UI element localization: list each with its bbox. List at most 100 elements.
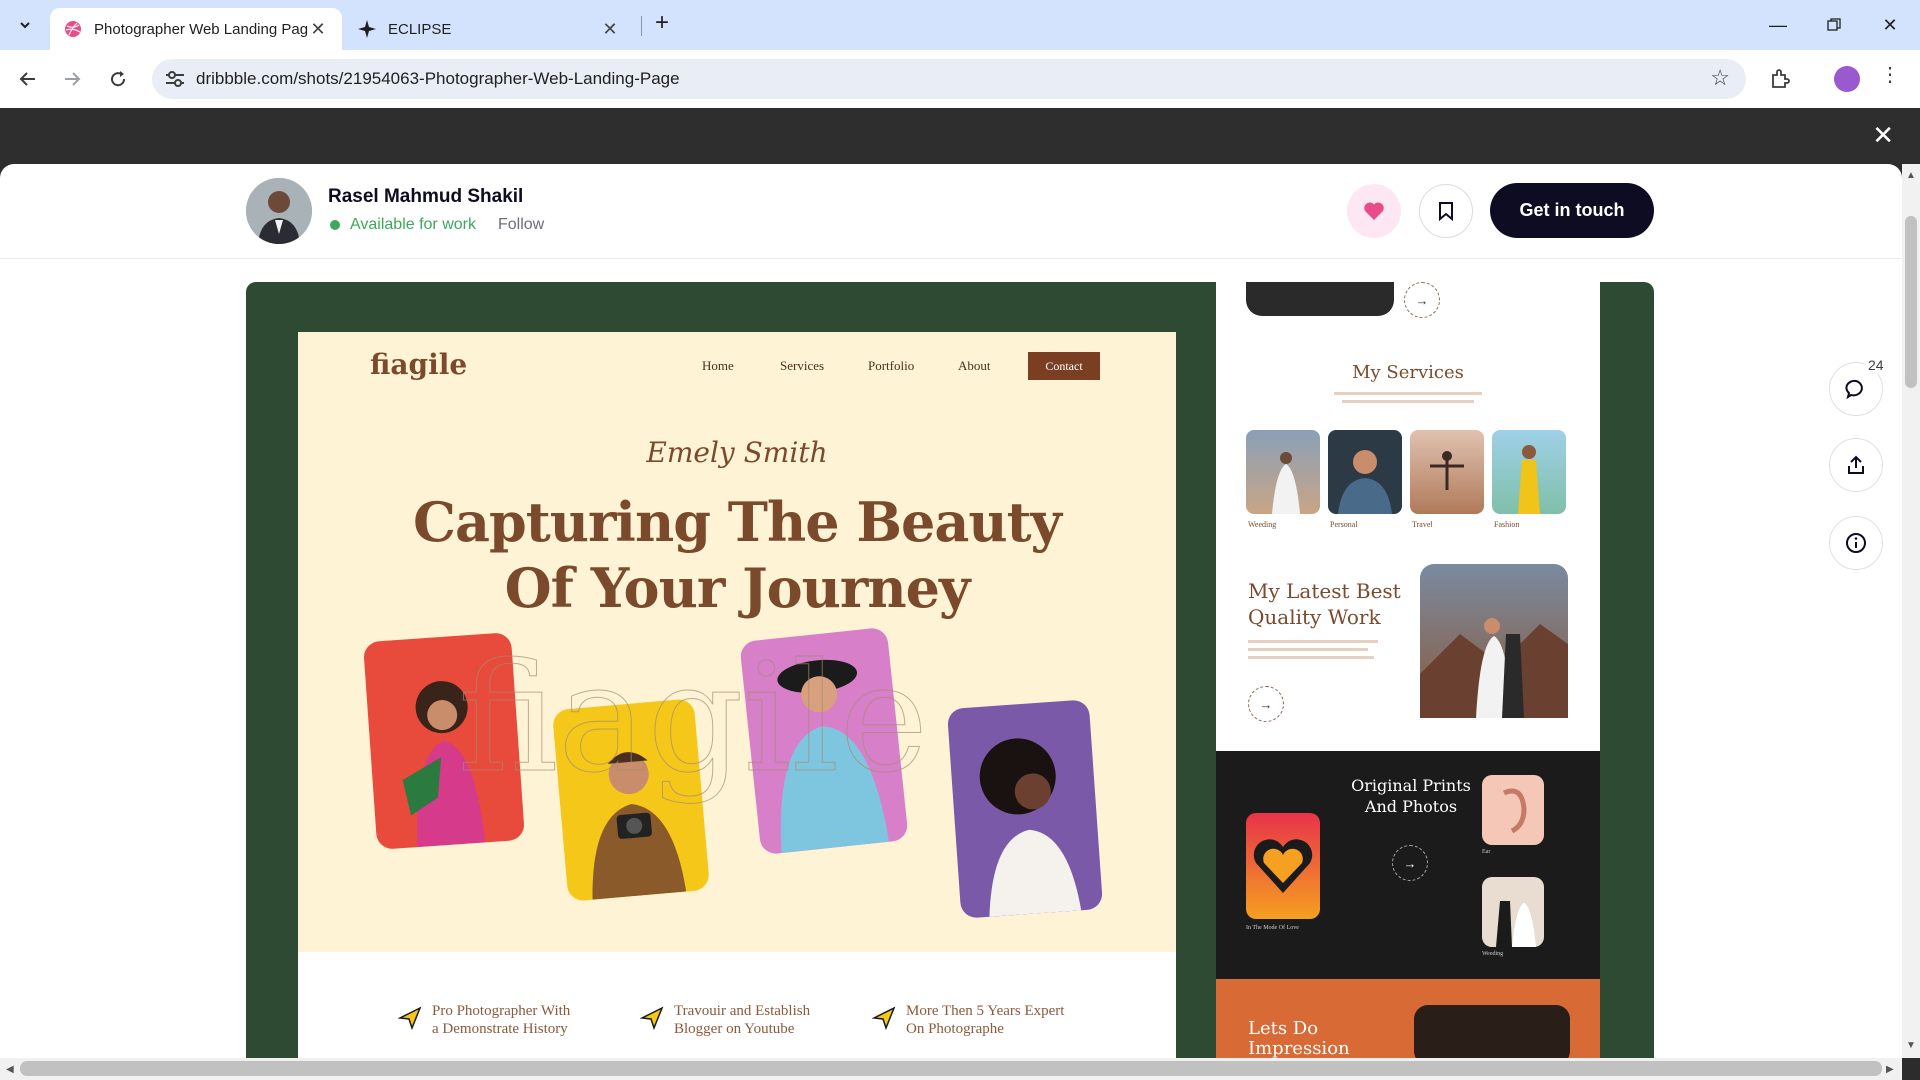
shot-header: Rasel Mahmud Shakil Available for work F… <box>0 164 1902 259</box>
scroll-left-arrow-icon[interactable]: ◀ <box>6 1064 14 1075</box>
tab-title: Photographer Web Landing Pag <box>94 20 308 38</box>
paper-plane-icon <box>398 1006 422 1030</box>
prints-section: Original Prints And Photos → In The Mode… <box>1216 751 1600 979</box>
scroll-right-arrow-icon[interactable]: ▶ <box>1886 1064 1894 1075</box>
impression-line: Impression <box>1248 1038 1350 1059</box>
feature-item: Travouir and Establish Blogger on Youtube <box>640 1002 810 1038</box>
scroll-up-arrow-icon[interactable]: ▲ <box>1906 170 1916 181</box>
tab-search-button[interactable] <box>8 9 42 41</box>
like-button[interactable] <box>1347 184 1401 238</box>
paper-plane-icon <box>640 1006 664 1030</box>
arrow-circle-icon: → <box>1392 845 1428 881</box>
window-close-icon[interactable]: ✕ <box>1862 0 1918 50</box>
restore-icon[interactable] <box>1806 0 1862 50</box>
vertical-scroll-thumb[interactable] <box>1905 216 1917 388</box>
reload-icon[interactable] <box>102 63 134 95</box>
print-photo-wedding <box>1482 877 1544 947</box>
author-avatar[interactable] <box>246 178 312 244</box>
latest-work-title: My Latest Best Quality Work <box>1248 578 1401 630</box>
share-icon <box>1848 455 1864 474</box>
mockup-headline-2: Of Your Journey <box>504 556 971 620</box>
prints-title: Original Prints And Photos <box>1346 775 1476 817</box>
url-text: dribbble.com/shots/21954063-Photographer… <box>196 69 680 88</box>
new-tab-button[interactable]: + <box>648 10 676 38</box>
browser-menu-icon[interactable]: ⋮ <box>1880 62 1900 87</box>
latest-subtext <box>1248 656 1374 659</box>
horizontal-scroll-thumb[interactable] <box>20 1061 1882 1076</box>
back-icon[interactable] <box>12 63 44 95</box>
mockup-script-name: Emely Smith <box>646 436 828 469</box>
tab-divider <box>641 16 642 36</box>
extensions-icon[interactable] <box>1764 63 1796 95</box>
arrow-circle-icon: → <box>1248 686 1284 722</box>
shot-modal: Rasel Mahmud Shakil Available for work F… <box>0 164 1902 1058</box>
model-photo-purple <box>946 699 1104 919</box>
print-caption: In The Mode Of Love <box>1246 925 1299 931</box>
get-in-touch-button[interactable]: Get in touch <box>1490 183 1654 238</box>
tab-strip: Photographer Web Landing Pag ✕ ECLIPSE ✕… <box>0 0 1920 50</box>
feature-line: Travouir and Establish <box>674 1003 811 1019</box>
services-subtext <box>1342 400 1474 403</box>
chevron-down-icon <box>20 22 30 29</box>
print-caption: Weeding <box>1482 951 1504 957</box>
mockup-nav-portfolio: Portfolio <box>868 358 915 373</box>
paper-plane-icon <box>872 1006 896 1030</box>
close-modal-icon[interactable]: ✕ <box>1872 122 1894 148</box>
mockup-logo: fiagile <box>370 348 468 381</box>
service-photo-weeding <box>1246 430 1320 514</box>
status-dot <box>330 220 340 230</box>
availability-label: Available for work <box>350 216 476 233</box>
feature-line: a Demonstrate History <box>432 1021 568 1037</box>
print-photo-ear <box>1482 775 1544 845</box>
service-photo-travel <box>1410 430 1484 514</box>
bookmark-icon <box>1439 202 1453 221</box>
service-photo-fashion <box>1492 430 1566 514</box>
scroll-down-arrow-icon[interactable]: ▼ <box>1906 1040 1916 1051</box>
tab-eclipse[interactable]: ECLIPSE ✕ <box>344 8 634 50</box>
save-button[interactable] <box>1419 184 1473 238</box>
mockup-nav-home: Home <box>702 358 734 373</box>
feature-item: Pro Photographer With a Demonstrate Histo… <box>398 1002 570 1038</box>
author-name[interactable]: Rasel Mahmud Shakil <box>328 186 523 208</box>
feature-line: Blogger on Youtube <box>674 1021 795 1037</box>
landing-page-mockup: fiagile Home Services Portfolio About Co… <box>298 332 1176 1058</box>
mockup-nav-services: Services <box>780 358 825 373</box>
mockup-features: Pro Photographer With a Demonstrate Histo… <box>298 952 1176 1058</box>
address-bar[interactable]: dribbble.com/shots/21954063-Photographer… <box>152 59 1746 99</box>
share-button[interactable] <box>1829 438 1883 492</box>
tab-title: ECLIPSE <box>388 20 452 38</box>
latest-subtext <box>1248 640 1378 643</box>
cropped-photo <box>1246 282 1394 316</box>
info-button[interactable] <box>1829 516 1883 570</box>
availability-status[interactable]: Available for work <box>330 216 476 234</box>
profile-avatar[interactable] <box>1834 66 1860 92</box>
latest-title-line: Quality Work <box>1248 605 1381 629</box>
services-subtext <box>1334 392 1482 395</box>
close-tab-icon[interactable]: ✕ <box>308 19 328 40</box>
impression-line: Lets Do <box>1248 1018 1319 1039</box>
info-icon <box>1846 533 1866 553</box>
modal-backdrop: ✕ <box>0 108 1920 164</box>
forward-icon[interactable] <box>56 63 88 95</box>
follow-button[interactable]: Follow <box>498 216 544 234</box>
feature-line: Pro Photographer With <box>432 1003 571 1019</box>
comment-icon <box>1845 379 1863 400</box>
prints-title-line: Original Prints <box>1351 776 1471 795</box>
minimize-icon[interactable]: — <box>1750 0 1806 50</box>
latest-subtext <box>1248 648 1368 651</box>
mockup-nav-about: About <box>958 358 991 373</box>
close-tab-icon[interactable]: ✕ <box>600 19 620 40</box>
mockup-headline-1: Capturing The Beauty <box>413 490 1062 554</box>
service-label: Travel <box>1412 520 1433 529</box>
impression-section: Lets Do Impression <box>1216 979 1600 1058</box>
shot-image: fiagile Home Services Portfolio About Co… <box>246 282 1654 1058</box>
sparkle-icon <box>358 20 376 38</box>
latest-work-photo <box>1420 564 1568 718</box>
site-info-icon[interactable] <box>164 69 186 89</box>
bookmark-star-icon[interactable]: ☆ <box>1710 65 1730 91</box>
tab-photographer[interactable]: Photographer Web Landing Pag ✕ <box>50 8 342 50</box>
latest-title-line: My Latest Best <box>1248 579 1401 603</box>
comment-count: 24 <box>1866 357 1886 373</box>
mockup-right-column: → My Services Weeding Personal Travel Fa… <box>1216 282 1600 1058</box>
prints-title-line: And Photos <box>1364 797 1458 816</box>
